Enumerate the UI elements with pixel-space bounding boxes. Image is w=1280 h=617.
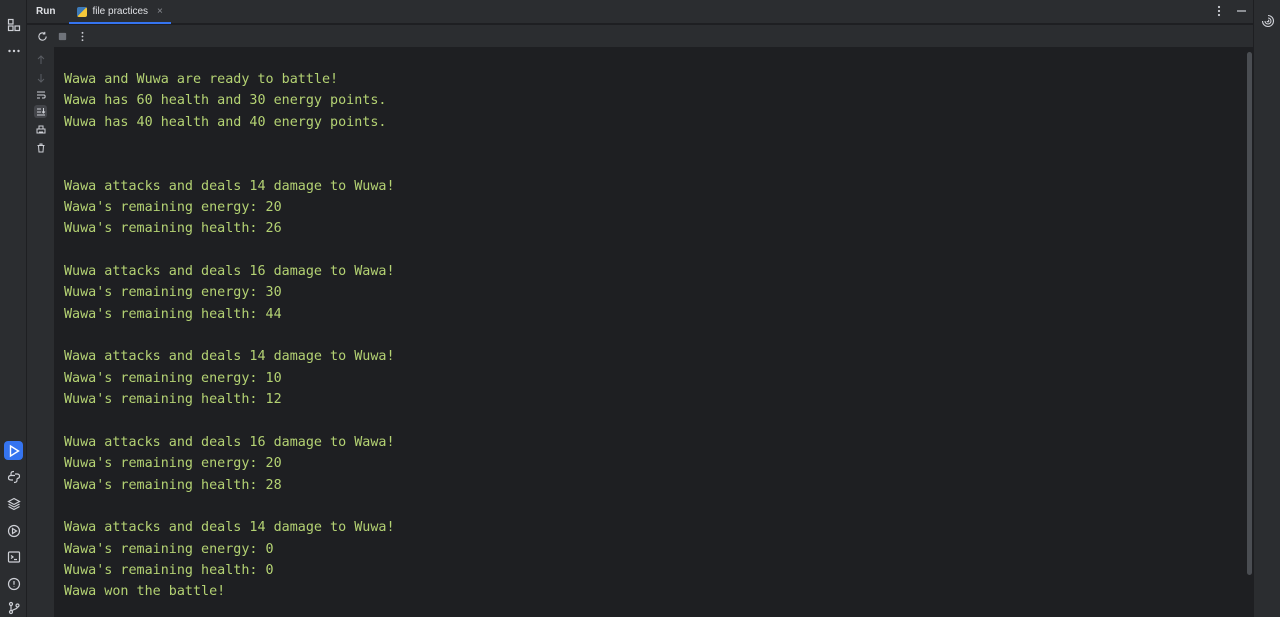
tool-window-title: Run — [36, 6, 56, 17]
console-line: Wawa's remaining energy: 10 — [64, 370, 282, 386]
terminal-icon[interactable] — [4, 547, 23, 566]
console-output[interactable]: Wawa and Wuwa are ready to battle! Wawa h… — [54, 47, 1246, 617]
console-line: Wuwa's remaining health: 12 — [64, 392, 282, 408]
console-line: Wawa has 60 health and 30 energy points. — [64, 93, 387, 109]
ide-window: Run file practices × Wawa and Wuwa are r… — [0, 0, 1280, 617]
left-tool-strip — [0, 0, 27, 617]
console-line: Wuwa's remaining health: 26 — [64, 221, 282, 237]
scroll-up-icon[interactable] — [34, 53, 47, 66]
ai-assistant-icon[interactable] — [1258, 11, 1277, 30]
close-tab-icon[interactable]: × — [157, 6, 163, 17]
console-line: Wawa attacks and deals 14 damage to Wuwa… — [64, 349, 395, 365]
minimize-icon[interactable] — [1236, 5, 1247, 20]
more-icon[interactable] — [4, 41, 23, 60]
console-line: Wuwa attacks and deals 16 damage to Wawa… — [64, 434, 395, 450]
run-toolbar — [27, 25, 1253, 47]
console-line: Wawa's remaining energy: 0 — [64, 541, 274, 557]
stop-icon[interactable] — [55, 29, 69, 43]
options-menu-icon[interactable] — [1214, 5, 1224, 20]
problems-icon[interactable] — [4, 574, 23, 593]
console-line: Wawa attacks and deals 14 damage to Wuwa… — [64, 178, 395, 194]
rerun-icon[interactable] — [35, 29, 49, 43]
console-line: Wuwa's remaining energy: 20 — [64, 456, 282, 472]
packages-icon[interactable] — [4, 494, 23, 513]
python-file-icon — [77, 6, 88, 17]
python-console-icon[interactable] — [4, 467, 23, 486]
services-icon[interactable] — [4, 521, 23, 540]
scroll-to-end-icon[interactable] — [34, 105, 47, 118]
soft-wrap-icon[interactable] — [34, 88, 47, 101]
console-line: Wawa's remaining health: 44 — [64, 306, 282, 322]
clear-icon[interactable] — [34, 141, 47, 154]
console-line: Wuwa's remaining health: 0 — [64, 562, 274, 578]
git-icon[interactable] — [4, 598, 23, 617]
console-line: Wawa won the battle! — [64, 584, 226, 600]
console-line: Wawa's remaining energy: 20 — [64, 200, 282, 216]
run-icon[interactable] — [4, 441, 23, 460]
console-line: Wawa attacks and deals 14 damage to Wuwa… — [64, 520, 395, 536]
console-line: Wuwa's remaining energy: 30 — [64, 285, 282, 301]
console-line: Wawa's remaining health: 28 — [64, 477, 282, 493]
project-icon[interactable] — [4, 15, 23, 34]
console-gutter — [27, 47, 54, 617]
right-tool-strip — [1253, 0, 1280, 617]
tab-label: file practices — [92, 6, 149, 17]
tool-window-header: Run file practices × — [27, 0, 1253, 24]
console-line: Wuwa attacks and deals 16 damage to Wawa… — [64, 264, 395, 280]
console-line: Wawa and Wuwa are ready to battle! — [64, 72, 339, 87]
print-icon[interactable] — [34, 123, 47, 136]
console-line: Wuwa has 40 health and 40 energy points. — [64, 114, 387, 130]
scroll-down-icon[interactable] — [34, 71, 47, 84]
more-options-icon[interactable] — [75, 29, 89, 43]
console-scrollbar[interactable] — [1246, 47, 1253, 617]
header-actions — [1214, 0, 1247, 24]
tab-file-practices[interactable]: file practices × — [69, 0, 172, 24]
scrollbar-thumb[interactable] — [1247, 52, 1252, 575]
